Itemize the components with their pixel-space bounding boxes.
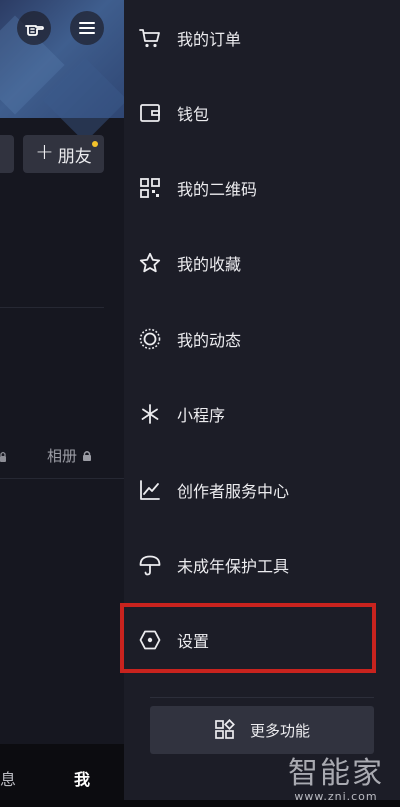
profile-page-background: + 朋友 相册 息 我	[0, 0, 124, 807]
menu-item-mini-programs[interactable]: 小程序	[124, 384, 400, 444]
tab-album-label: 相册	[47, 447, 78, 465]
edit-profile-button-partial[interactable]	[0, 135, 14, 173]
plus-icon: +	[35, 140, 54, 165]
menu-button[interactable]	[70, 11, 104, 45]
menu-item-minor-protection[interactable]: 未成年保护工具	[124, 535, 400, 595]
grid-shapes-icon	[215, 719, 235, 739]
wallet-icon	[138, 101, 162, 125]
menu-item-qrcode[interactable]: 我的二维码	[124, 158, 400, 218]
hand-pointer-button[interactable]	[17, 11, 51, 45]
hamburger-menu-icon	[79, 22, 95, 34]
side-drawer: 我的订单 钱包 我的二维码 我的收藏 我的动态 小程序 创作者服务中心 未成年保…	[124, 0, 400, 807]
menu-item-label: 我的收藏	[177, 255, 242, 274]
mini-program-icon	[138, 402, 162, 426]
menu-item-label: 创作者服务中心	[177, 482, 290, 501]
menu-item-activity[interactable]: 我的动态	[124, 309, 400, 369]
bottom-navigation: 息 我	[0, 744, 124, 807]
notification-dot	[92, 141, 98, 147]
chart-icon	[138, 478, 162, 502]
nav-message-partial[interactable]: 息	[0, 766, 16, 790]
tabs-divider	[0, 478, 124, 479]
menu-item-label: 我的动态	[177, 331, 242, 350]
menu-item-label: 未成年保护工具	[177, 557, 290, 576]
menu-item-wallet[interactable]: 钱包	[124, 83, 400, 143]
menu-item-favorites[interactable]: 我的收藏	[124, 233, 400, 293]
bottom-edge	[0, 800, 400, 807]
watermark-logo-text: 智能家	[288, 756, 384, 791]
menu-item-settings[interactable]: 设置	[124, 610, 400, 670]
hand-pointer-icon	[25, 25, 44, 36]
tab-album[interactable]: 相册	[47, 445, 92, 466]
menu-item-label: 我的二维码	[177, 180, 258, 199]
qrcode-icon	[138, 176, 162, 200]
star-icon	[138, 251, 162, 275]
profile-cover-banner	[0, 0, 124, 143]
divider	[150, 697, 374, 698]
lock-icon	[0, 451, 6, 462]
more-features-label: 更多功能	[249, 721, 310, 740]
dynamic-circle-icon	[138, 327, 162, 351]
settings-hexagon-icon	[138, 628, 162, 652]
menu-item-orders[interactable]: 我的订单	[124, 8, 400, 68]
divider	[0, 307, 104, 308]
menu-item-label: 钱包	[177, 105, 210, 124]
lock-icon	[83, 450, 92, 461]
menu-item-label: 小程序	[177, 406, 226, 425]
add-friend-label: 朋友	[57, 146, 92, 167]
menu-item-label: 我的订单	[177, 30, 242, 49]
menu-item-label: 设置	[177, 632, 210, 651]
add-friend-button[interactable]: + 朋友	[23, 135, 104, 173]
watermark: 智能家 www.znj.com	[288, 748, 384, 803]
menu-item-creator-center[interactable]: 创作者服务中心	[124, 460, 400, 520]
umbrella-icon	[138, 553, 162, 577]
cart-icon	[138, 26, 162, 50]
nav-me[interactable]: 我	[74, 766, 90, 790]
more-features-button[interactable]: 更多功能	[150, 706, 374, 754]
